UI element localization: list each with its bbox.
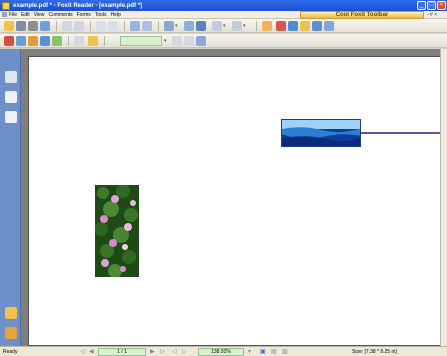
title-bar: example.pdf * - Foxit Reader - [example.… — [0, 0, 447, 11]
toolbar-separator — [256, 21, 257, 31]
redo-icon[interactable] — [74, 21, 84, 31]
hand-tool-icon[interactable] — [262, 21, 272, 31]
back-icon[interactable] — [96, 21, 106, 31]
toolbar-separator — [68, 36, 69, 46]
zoom-in-icon[interactable] — [164, 21, 174, 31]
continuous-icon[interactable]: ▤ — [271, 348, 277, 355]
fit-page-icon[interactable] — [184, 21, 194, 31]
search-icon[interactable] — [74, 36, 84, 46]
main-toolbar: ▾ ▾ ▾ — [0, 19, 447, 33]
bookmarks-panel-icon[interactable] — [5, 91, 17, 103]
status-bar: Ready ◁ ◀ 1 / 1 ▶ ▷ ◁ ▷ 138.92% ▾ ▣ ▤ ▥ … — [0, 346, 447, 356]
toolbar-separator — [104, 36, 105, 46]
find-previous-icon[interactable] — [172, 36, 182, 46]
thumbnail-icon[interactable] — [324, 21, 334, 31]
close-button[interactable]: × — [437, 1, 446, 10]
single-page-icon[interactable]: ▣ — [260, 348, 266, 355]
page-size-text: Size: [7.38 * 9.25 in] — [352, 349, 397, 355]
bookmark-icon[interactable] — [88, 36, 98, 46]
save-icon[interactable] — [16, 21, 26, 31]
menu-edit[interactable]: Edit — [21, 12, 30, 18]
layout-icon[interactable] — [312, 21, 322, 31]
annotation-line[interactable] — [361, 132, 447, 134]
fit-width-icon[interactable] — [196, 21, 206, 31]
toolbar-separator — [124, 21, 125, 31]
zoom-dropdown-icon[interactable]: ▾ — [248, 348, 251, 355]
note-icon[interactable] — [28, 36, 38, 46]
maximize-button[interactable]: □ — [427, 1, 436, 10]
document-view[interactable] — [21, 49, 447, 346]
text-box-icon[interactable] — [16, 36, 26, 46]
window-title: example.pdf * - Foxit Reader - [example.… — [13, 2, 143, 9]
highlight-icon[interactable] — [276, 21, 286, 31]
zoom-level-input[interactable]: 138.92% — [198, 348, 244, 356]
comments-panel-icon[interactable] — [5, 327, 17, 339]
secondary-toolbar: ▾ — [0, 34, 447, 48]
comment-icon[interactable] — [300, 21, 310, 31]
pen-icon[interactable] — [288, 21, 298, 31]
history-back-icon[interactable]: ◁ — [172, 348, 177, 355]
rotate-right-icon[interactable] — [232, 21, 242, 31]
document-menu-icon[interactable] — [2, 12, 7, 17]
status-text: Ready — [3, 349, 18, 355]
rotate-right-dropdown-icon[interactable]: ▾ — [243, 23, 246, 29]
menu-help[interactable]: Help — [110, 12, 120, 18]
flower-image[interactable] — [95, 185, 139, 277]
find-dropdown-icon[interactable]: ▾ — [164, 38, 167, 44]
forward-icon[interactable] — [108, 21, 118, 31]
water-image[interactable] — [281, 119, 361, 147]
email-icon[interactable] — [40, 21, 50, 31]
link-tool-icon[interactable] — [52, 36, 62, 46]
layers-panel-icon[interactable] — [5, 111, 17, 123]
menu-forms[interactable]: Forms — [77, 12, 91, 18]
side-panel — [0, 49, 21, 346]
cool-toolbar-button[interactable]: Cool Foxit Toolbar — [300, 11, 424, 19]
find-input[interactable] — [120, 36, 162, 46]
pages-panel-icon[interactable] — [5, 71, 17, 83]
toolbar-separator — [56, 21, 57, 31]
open-icon[interactable] — [4, 21, 14, 31]
document-window-controls[interactable]: - # × — [427, 11, 447, 19]
select-text-icon[interactable] — [130, 21, 140, 31]
snapshot-icon[interactable] — [142, 21, 152, 31]
image-tool-icon[interactable] — [40, 36, 50, 46]
menu-view[interactable]: View — [34, 12, 45, 18]
first-page-icon[interactable]: ◁ — [80, 348, 85, 355]
print-icon[interactable] — [28, 21, 38, 31]
previous-page-icon[interactable]: ◀ — [89, 348, 94, 355]
attachments-panel-icon[interactable] — [5, 307, 17, 319]
next-page-icon[interactable]: ▶ — [150, 348, 155, 355]
vertical-scrollbar[interactable] — [440, 49, 447, 346]
menu-comments[interactable]: Comments — [48, 12, 72, 18]
page-number-input[interactable]: 1 / 1 — [98, 348, 146, 356]
rotate-dropdown-icon[interactable]: ▾ — [223, 23, 226, 29]
facing-icon[interactable]: ▥ — [282, 348, 288, 355]
menu-tools[interactable]: Tools — [95, 12, 107, 18]
typewriter-icon[interactable] — [4, 36, 14, 46]
undo-icon[interactable] — [62, 21, 72, 31]
toolbar-separator — [90, 21, 91, 31]
rotate-left-icon[interactable] — [212, 21, 222, 31]
history-forward-icon[interactable]: ▷ — [182, 348, 187, 355]
find-options-icon[interactable] — [196, 36, 206, 46]
find-next-icon[interactable] — [184, 36, 194, 46]
menu-file[interactable]: File — [9, 12, 17, 18]
pdf-page[interactable] — [28, 56, 447, 346]
minimize-button[interactable]: _ — [417, 1, 426, 10]
toolbar-separator — [158, 21, 159, 31]
last-page-icon[interactable]: ▷ — [160, 348, 165, 355]
app-icon — [2, 1, 10, 10]
zoom-dropdown-icon[interactable]: ▾ — [175, 23, 178, 29]
